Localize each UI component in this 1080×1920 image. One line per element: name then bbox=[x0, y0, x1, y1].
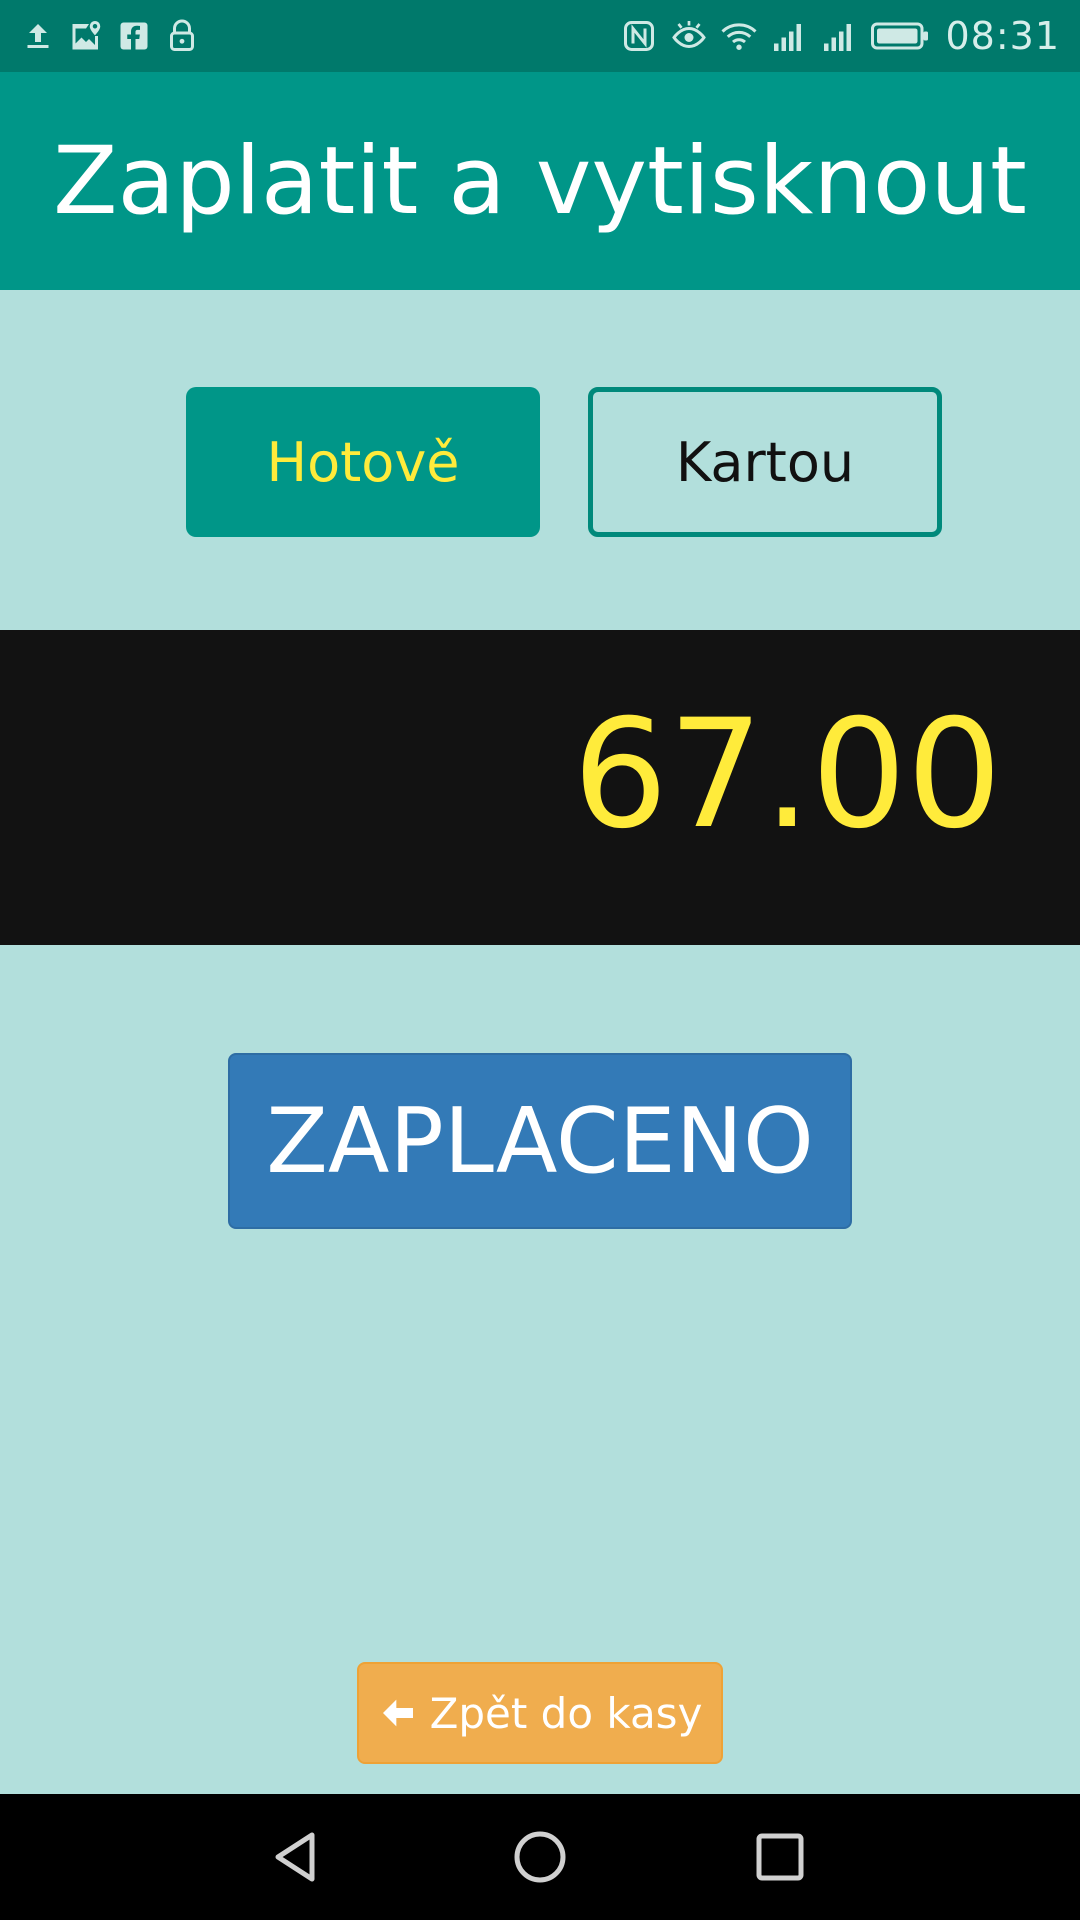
card-payment-button[interactable]: Kartou bbox=[588, 387, 942, 537]
cash-payment-button[interactable]: Hotově bbox=[186, 387, 540, 537]
arrow-left-icon bbox=[378, 1693, 418, 1733]
maps-icon bbox=[68, 18, 104, 54]
navigation-bar bbox=[0, 1794, 1080, 1920]
paid-button-label: ZAPLACENO bbox=[266, 1088, 814, 1194]
nfc-icon bbox=[621, 18, 657, 54]
eye-icon bbox=[671, 18, 707, 54]
amount-value: 67.00 bbox=[572, 688, 1002, 862]
amount-panel: 67.00 bbox=[0, 630, 1080, 945]
status-left-icons bbox=[20, 16, 200, 56]
status-bar: 08:31 bbox=[0, 0, 1080, 72]
lock-icon bbox=[164, 18, 200, 54]
paid-button[interactable]: ZAPLACENO bbox=[228, 1053, 852, 1229]
signal-icon bbox=[771, 18, 807, 54]
signal-icon bbox=[821, 18, 857, 54]
cash-payment-label: Hotově bbox=[266, 430, 460, 494]
recents-square-icon[interactable] bbox=[750, 1827, 810, 1887]
upload-icon bbox=[20, 18, 56, 54]
back-button-label: Zpět do kasy bbox=[429, 1688, 703, 1738]
status-time: 08:31 bbox=[945, 14, 1060, 58]
status-right-icons: 08:31 bbox=[621, 14, 1060, 58]
card-payment-label: Kartou bbox=[675, 430, 855, 494]
back-triangle-icon[interactable] bbox=[268, 1827, 328, 1887]
app-bar: Zaplatit a vytisknout bbox=[0, 72, 1080, 290]
back-to-register-button[interactable]: Zpět do kasy bbox=[357, 1662, 723, 1764]
home-circle-icon[interactable] bbox=[510, 1827, 570, 1887]
facebook-icon bbox=[116, 18, 152, 54]
battery-icon bbox=[871, 21, 931, 51]
wifi-icon bbox=[721, 18, 758, 54]
page-title: Zaplatit a vytisknout bbox=[53, 126, 1027, 236]
